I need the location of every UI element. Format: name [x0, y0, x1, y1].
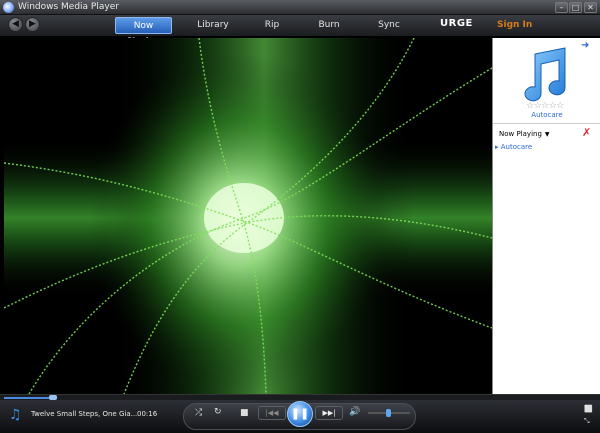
- nav-bar: ◀ ▶ Now Playing Library Rip Burn Sync UR…: [0, 15, 600, 47]
- visualization-area[interactable]: [4, 38, 492, 394]
- clear-list-icon[interactable]: ✗: [582, 126, 591, 139]
- urge-logo[interactable]: URGE: [440, 18, 473, 29]
- previous-button[interactable]: |◀◀: [258, 406, 286, 420]
- star-rating[interactable]: ☆☆☆☆☆: [526, 101, 564, 111]
- back-button[interactable]: ◀: [8, 17, 23, 32]
- mute-button[interactable]: 🔊: [349, 407, 360, 417]
- tab-now-playing[interactable]: Now Playing: [115, 17, 172, 47]
- pane-divider: [493, 123, 600, 124]
- next-button[interactable]: ▶▶|: [315, 406, 343, 420]
- seek-progress: [4, 397, 54, 399]
- playlist-item-label: Autocare: [500, 143, 533, 151]
- maximize-button[interactable]: □: [569, 2, 582, 13]
- minimize-button[interactable]: –: [555, 2, 568, 13]
- compact-mode-button[interactable]: ⤡: [584, 417, 590, 426]
- playlist-item[interactable]: ▸ Autocare: [495, 143, 532, 151]
- pause-button[interactable]: ❚❚: [287, 401, 313, 427]
- volume-thumb[interactable]: [386, 409, 391, 417]
- close-button[interactable]: ✕: [584, 2, 597, 13]
- shuffle-button[interactable]: ⤮: [195, 408, 202, 418]
- elapsed-time: 00:16: [137, 410, 158, 418]
- tab-library[interactable]: Library: [193, 17, 233, 34]
- album-name[interactable]: Autocare: [493, 111, 600, 119]
- repeat-button[interactable]: ↻: [214, 407, 222, 417]
- tab-burn[interactable]: Burn: [312, 17, 346, 34]
- title-bar: Windows Media Player – □ ✕: [0, 0, 600, 15]
- music-note-icon: ♫: [9, 407, 22, 423]
- app-icon: [3, 1, 14, 13]
- track-title: Twelve Small Steps, One Gia...: [31, 410, 138, 418]
- chevron-down-icon: ▼: [544, 131, 550, 138]
- now-playing-label: Now Playing: [499, 130, 542, 138]
- now-playing-dropdown[interactable]: Now Playing ▼: [499, 130, 550, 138]
- list-pane: ➜ ☆☆☆☆☆ Autocare Now Playing ▼ ✗ ▸ Autoca…: [492, 38, 600, 394]
- window-title: Windows Media Player: [18, 2, 119, 12]
- pane-toggle-icon[interactable]: ➜: [581, 40, 589, 51]
- music-note-icon: [524, 47, 566, 102]
- stop-button[interactable]: ■: [240, 408, 249, 418]
- fullscreen-button[interactable]: ⬜: [584, 405, 593, 413]
- tab-sync[interactable]: Sync: [372, 17, 406, 34]
- tab-rip[interactable]: Rip: [257, 17, 287, 34]
- forward-button[interactable]: ▶: [25, 17, 40, 32]
- visualization-graphic: [4, 38, 492, 394]
- sign-in-link[interactable]: Sign In: [497, 20, 532, 30]
